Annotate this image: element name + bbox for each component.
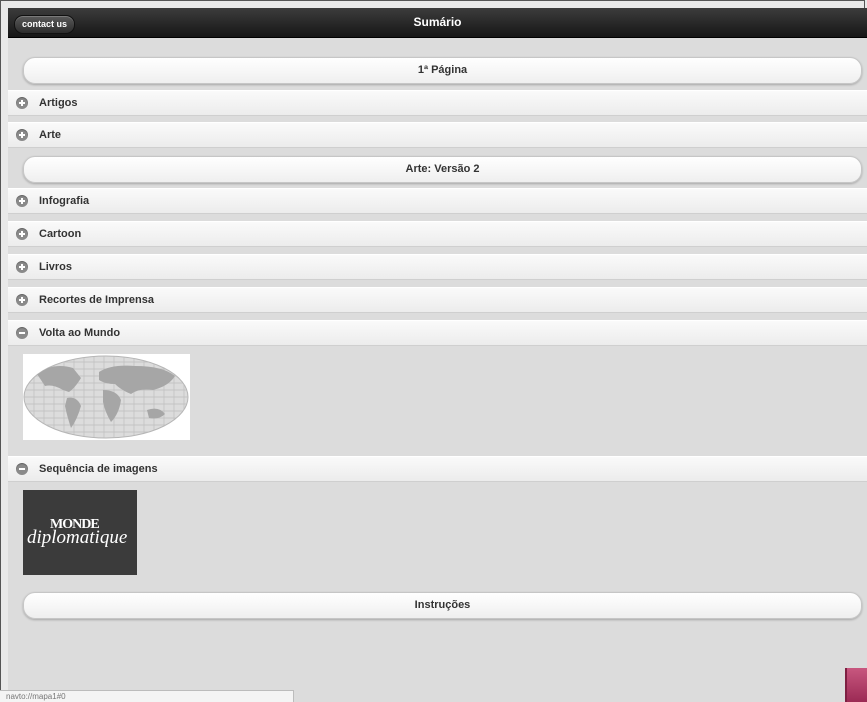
- section-label: Recortes de Imprensa: [39, 294, 154, 306]
- plus-circle-icon: [16, 294, 28, 306]
- logo-text-diplomatique: diplomatique: [27, 527, 128, 548]
- section-label: Artigos: [39, 97, 78, 109]
- header-bar: Sumário contact us: [8, 8, 867, 38]
- section-label: Cartoon: [39, 228, 82, 240]
- page-title: Sumário: [413, 15, 462, 29]
- plus-circle-icon: [16, 97, 28, 109]
- corner-tab[interactable]: [845, 668, 867, 702]
- minus-circle-icon: [16, 327, 28, 339]
- section-sequencia-de-imagens[interactable]: Sequência de imagens: [8, 456, 867, 482]
- contents-panel: 1ª Página Artigos Arte Arte: Versão 2 In…: [8, 38, 867, 702]
- le-monde-diplomatique-logo-thumbnail[interactable]: MONDE diplomatique: [23, 490, 137, 575]
- section-cartoon[interactable]: Cartoon: [8, 221, 867, 247]
- section-infografia[interactable]: Infografia: [8, 188, 867, 214]
- section-label: Infografia: [39, 195, 90, 207]
- section-artigos[interactable]: Artigos: [8, 90, 867, 116]
- section-arte[interactable]: Arte: [8, 122, 867, 148]
- first-page-button[interactable]: 1ª Página: [23, 57, 862, 84]
- section-livros[interactable]: Livros: [8, 254, 867, 280]
- section-recortes-de-imprensa[interactable]: Recortes de Imprensa: [8, 287, 867, 313]
- plus-circle-icon: [16, 195, 28, 207]
- world-map-thumbnail[interactable]: [23, 354, 190, 440]
- section-volta-ao-mundo[interactable]: Volta ao Mundo: [8, 320, 867, 346]
- section-label: Volta ao Mundo: [39, 327, 121, 339]
- status-bar-url: navto://mapa1#0: [0, 690, 294, 702]
- section-label: Livros: [39, 261, 73, 273]
- plus-circle-icon: [16, 261, 28, 273]
- contact-us-button[interactable]: contact us: [14, 15, 76, 34]
- plus-circle-icon: [16, 129, 28, 141]
- arte-versao-2-button[interactable]: Arte: Versão 2: [23, 156, 862, 183]
- plus-circle-icon: [16, 228, 28, 240]
- section-label: Arte: [39, 129, 62, 141]
- instructions-button[interactable]: Instruções: [23, 592, 862, 619]
- section-label: Sequência de imagens: [39, 463, 158, 475]
- minus-circle-icon: [16, 463, 28, 475]
